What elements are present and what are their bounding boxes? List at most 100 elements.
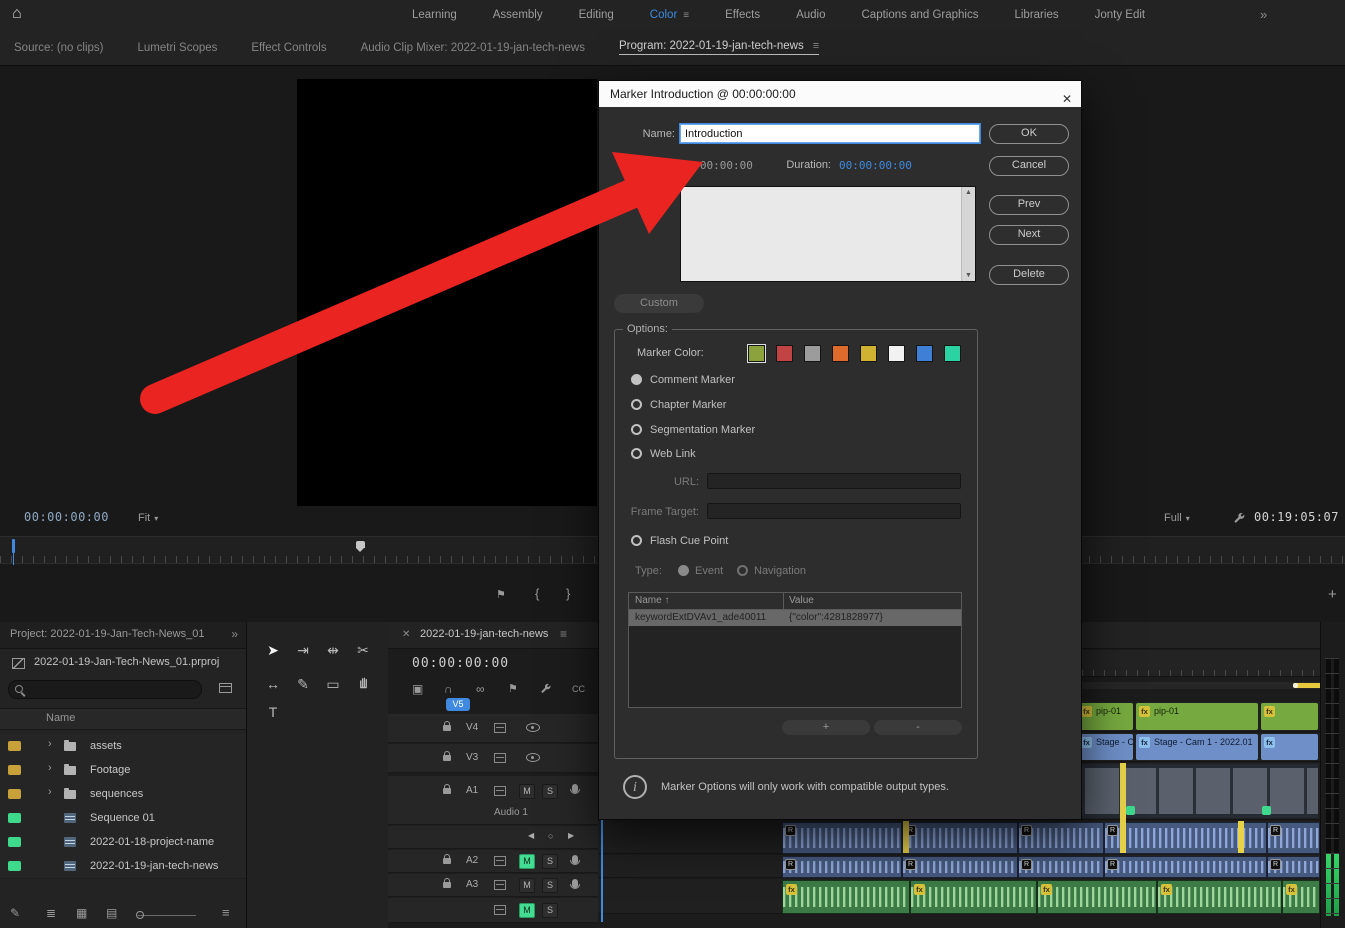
- rectangle-tool-icon[interactable]: ▭: [321, 672, 345, 696]
- ok-button[interactable]: OK: [989, 124, 1069, 144]
- radio-label[interactable]: Comment Marker: [650, 374, 735, 386]
- radio-type-navigation[interactable]: [737, 565, 748, 576]
- add-panel-button[interactable]: +: [1328, 586, 1337, 603]
- audio-clip[interactable]: R: [782, 856, 902, 878]
- tab-source-monitor[interactable]: Source: (no clips): [14, 42, 103, 54]
- icon-view-icon[interactable]: ▦: [76, 906, 87, 920]
- column-header-name[interactable]: Name ↑: [635, 595, 669, 606]
- slip-tool-icon[interactable]: ↔: [261, 672, 285, 696]
- pen-icon[interactable]: ✎: [10, 906, 20, 920]
- close-icon[interactable]: ✕: [402, 629, 410, 640]
- sync-lock-icon[interactable]: [494, 723, 506, 733]
- column-header-value[interactable]: Value: [789, 595, 814, 606]
- new-item-icon[interactable]: [219, 683, 232, 693]
- search-input[interactable]: [29, 682, 193, 697]
- playhead-timecode[interactable]: 00:00:00:00: [24, 510, 109, 524]
- add-parameter-button[interactable]: +: [782, 720, 870, 735]
- sync-lock-icon[interactable]: [494, 856, 506, 866]
- audio-clip[interactable]: fx: [782, 880, 910, 914]
- video-clip[interactable]: fx: [1261, 734, 1318, 760]
- clip-marker[interactable]: [1120, 763, 1126, 853]
- workspace-tab-libraries[interactable]: Libraries: [1014, 9, 1058, 21]
- fx-badge[interactable]: fx: [1081, 706, 1092, 717]
- audio-clip[interactable]: R: [1267, 856, 1320, 878]
- audio-clip[interactable]: R: [1267, 822, 1320, 854]
- tab-program-monitor[interactable]: Program: 2022-01-19-jan-tech-news≡: [619, 40, 819, 55]
- mark-in-button[interactable]: {: [535, 586, 539, 601]
- workspace-overflow-icon[interactable]: »: [1260, 7, 1267, 22]
- close-icon[interactable]: ✕: [1062, 86, 1072, 112]
- label-color-chip[interactable]: [8, 765, 21, 775]
- solo-button[interactable]: S: [542, 854, 558, 869]
- panel-menu-icon[interactable]: ≡: [560, 627, 567, 641]
- sync-lock-icon[interactable]: [494, 786, 506, 796]
- track-header-a3[interactable]: A3 M S: [388, 874, 598, 897]
- track-header-v4[interactable]: V4: [388, 714, 598, 743]
- track-header-v3[interactable]: V3: [388, 744, 598, 773]
- solo-button[interactable]: S: [542, 903, 558, 918]
- track-id[interactable]: A2: [466, 855, 478, 866]
- radio-segmentation-marker[interactable]: [631, 424, 642, 435]
- table-header[interactable]: Name ↑ Value: [629, 593, 961, 610]
- custom-button[interactable]: Custom: [614, 294, 704, 313]
- selection-tool-icon[interactable]: ➤: [261, 638, 285, 662]
- fx-badge[interactable]: fx: [1041, 884, 1052, 895]
- duration-value[interactable]: 00:00:00:00: [839, 159, 912, 172]
- list-item-footage[interactable]: › Footage: [0, 758, 246, 783]
- audio-clip[interactable]: R: [902, 856, 1018, 878]
- voiceover-mic-icon[interactable]: [572, 784, 578, 793]
- fx-badge[interactable]: fx: [1139, 737, 1150, 748]
- tab-effect-controls[interactable]: Effect Controls: [251, 42, 326, 54]
- track-name[interactable]: Audio 1: [494, 807, 528, 818]
- comments-scrollbar[interactable]: ▲ ▼: [961, 187, 975, 281]
- radio-flash-cue-point[interactable]: [631, 535, 642, 546]
- project-list-header[interactable]: Name: [0, 708, 246, 730]
- radio-web-link[interactable]: [631, 448, 642, 459]
- url-input[interactable]: [707, 473, 961, 489]
- mute-button[interactable]: M: [519, 784, 535, 799]
- panel-menu-icon[interactable]: ≡: [813, 40, 819, 52]
- linked-selection-icon[interactable]: ∞: [476, 682, 485, 696]
- nest-icon[interactable]: ▣: [412, 682, 423, 696]
- audio-clip[interactable]: R: [782, 822, 902, 854]
- clip-marker[interactable]: [1238, 821, 1244, 853]
- audio-clip[interactable]: fx: [1037, 880, 1157, 914]
- marker-name-input[interactable]: [680, 124, 980, 143]
- workspace-tab-assembly[interactable]: Assembly: [493, 9, 543, 21]
- label-color-chip[interactable]: [8, 837, 21, 847]
- track-select-forward-tool-icon[interactable]: ⇥: [291, 638, 315, 662]
- panel-overflow-icon[interactable]: »: [231, 627, 238, 641]
- eye-icon[interactable]: [526, 723, 540, 732]
- column-header-name[interactable]: Name: [46, 712, 75, 724]
- track-header-a4[interactable]: M S: [388, 898, 598, 923]
- disclosure-icon[interactable]: ›: [48, 738, 52, 750]
- audio-clip[interactable]: R: [1018, 856, 1104, 878]
- prev-keyframe-icon[interactable]: ◀: [528, 831, 534, 840]
- add-marker-button[interactable]: ⚑: [496, 588, 506, 601]
- disclosure-icon[interactable]: ›: [48, 762, 52, 774]
- project-search-box[interactable]: [8, 680, 202, 699]
- mute-button[interactable]: M: [519, 878, 535, 893]
- workspace-tab-editing[interactable]: Editing: [579, 9, 614, 21]
- label-color-chip[interactable]: [8, 789, 21, 799]
- project-panel-tab[interactable]: Project: 2022-01-19-Jan-Tech-News_01: [10, 628, 204, 640]
- captions-icon[interactable]: CC: [572, 684, 585, 694]
- workspace-tab-captions-graphics[interactable]: Captions and Graphics: [862, 9, 979, 21]
- add-marker-icon[interactable]: ⚑: [508, 682, 518, 695]
- color-swatch-white[interactable]: [888, 345, 905, 362]
- fx-badge[interactable]: fx: [1139, 706, 1150, 717]
- lock-icon[interactable]: [443, 788, 451, 794]
- label-color-chip[interactable]: [8, 861, 21, 871]
- tab-audio-clip-mixer[interactable]: Audio Clip Mixer: 2022-01-19-jan-tech-ne…: [361, 42, 585, 54]
- scroll-down-icon[interactable]: ▼: [962, 272, 975, 279]
- voiceover-mic-icon[interactable]: [572, 855, 578, 864]
- workspace-tab-audio[interactable]: Audio: [796, 9, 825, 21]
- mark-out-button[interactable]: }: [566, 586, 570, 601]
- audio-clip[interactable]: R: [902, 822, 1018, 854]
- list-item-project-name[interactable]: 2022-01-18-project-name: [0, 830, 246, 855]
- track-header-a1[interactable]: A1 M S Audio 1: [388, 776, 598, 825]
- color-swatch-blue[interactable]: [916, 345, 933, 362]
- razor-tool-icon[interactable]: ✂: [351, 638, 375, 662]
- fx-badge[interactable]: fx: [786, 884, 797, 895]
- radio-label[interactable]: Flash Cue Point: [650, 535, 728, 547]
